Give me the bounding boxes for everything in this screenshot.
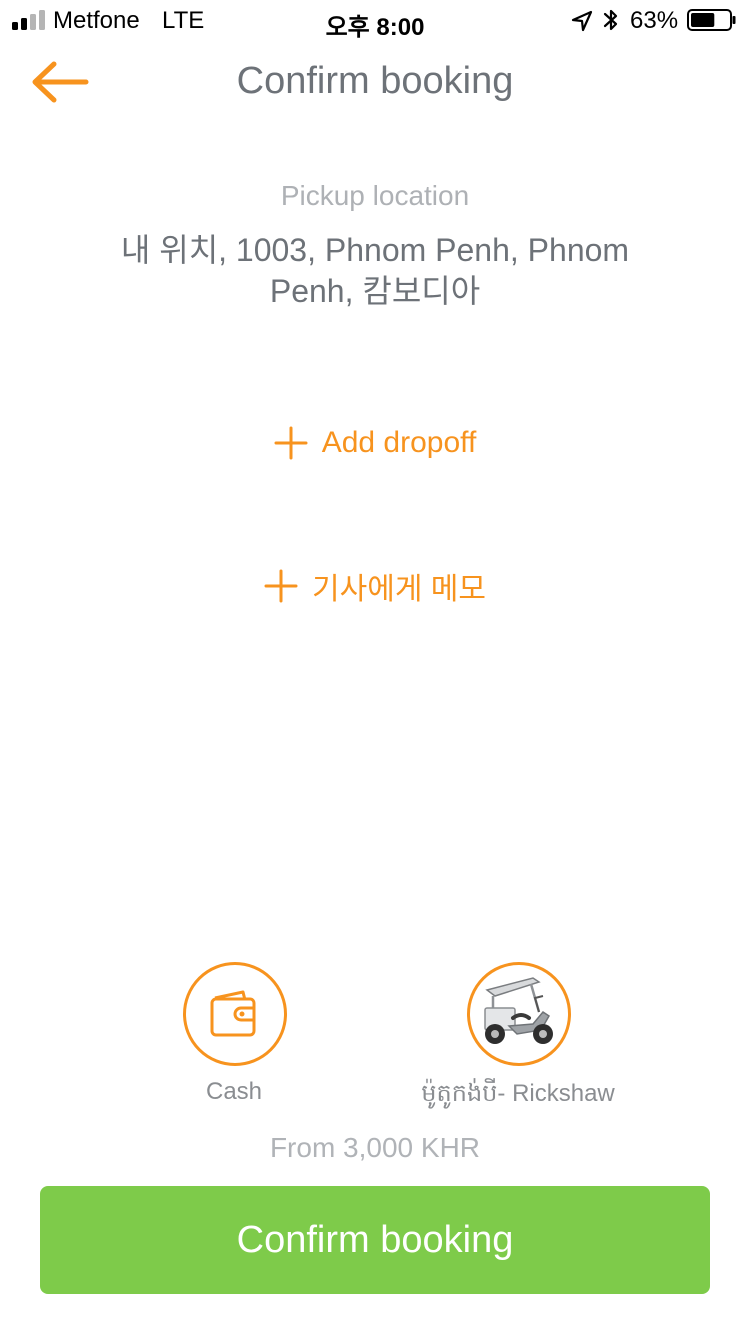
battery-icon	[687, 9, 736, 31]
driver-memo-label: 기사에게 메모	[312, 573, 486, 606]
vehicle-type-option[interactable]: ម៉ូតូកង់បី- Rickshaw	[393, 962, 643, 1112]
driver-memo-button[interactable]: 기사에게 메모	[0, 561, 750, 611]
add-dropoff-label: Add dropoff	[321, 426, 477, 459]
pickup-location-label: Pickup location	[280, 180, 470, 211]
status-bar: Metfone LTE 오후 8:00 63%	[0, 0, 750, 41]
confirm-booking-button[interactable]: Confirm booking	[40, 1186, 710, 1294]
page-title: Confirm booking	[236, 60, 514, 102]
pickup-address[interactable]: 내 위치, 1003, Phnom Penh, Phnom Penh, 캄보디아	[95, 230, 655, 312]
payment-method-option[interactable]: Cash	[109, 962, 359, 1112]
payment-icon-circle	[183, 962, 287, 1066]
bluetooth-icon	[603, 9, 618, 31]
payment-method-label: Cash	[205, 1078, 263, 1105]
plus-icon	[264, 569, 298, 603]
confirm-booking-screen: Metfone LTE 오후 8:00 63% Confirm booking …	[0, 0, 750, 1334]
battery-percentage: 63%	[630, 7, 679, 34]
vehicle-type-label: ម៉ូតូកង់បី- Rickshaw	[421, 1080, 615, 1107]
wallet-icon	[210, 990, 256, 1037]
location-arrow-icon	[571, 10, 593, 32]
fare-estimate: From 3,000 KHR	[269, 1132, 481, 1163]
add-dropoff-button[interactable]: Add dropoff	[0, 418, 750, 468]
vehicle-icon-circle	[467, 962, 571, 1066]
plus-icon	[274, 426, 308, 460]
rickshaw-icon	[484, 977, 553, 1044]
